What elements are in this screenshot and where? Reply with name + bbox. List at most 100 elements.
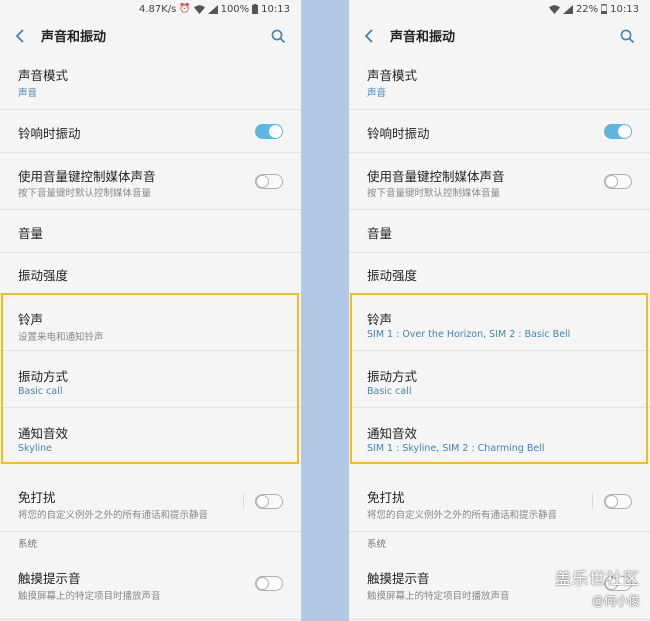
setting-value: SIM 1 : Skyline, SIM 2 : Charming Bell	[367, 443, 545, 454]
right-screen: 22% 10:13 声音和振动 声音模式 声音 铃响时振动 使用音量键控制媒体声…	[349, 0, 650, 621]
setting-description: 触摸屏幕上的特定项目时播放声音	[18, 591, 161, 602]
dnd-toggle[interactable]	[255, 494, 283, 509]
setting-title: 铃声	[367, 312, 393, 327]
setting-volume-keys-media[interactable]: 使用音量键控制媒体声音 按下音量键时默认控制媒体音量	[0, 153, 301, 210]
setting-do-not-disturb[interactable]: 免打扰 将您的自定义例外之外的所有通话和提示静音	[0, 465, 301, 532]
battery-icon	[601, 4, 608, 14]
alarm-icon: ⏰	[179, 4, 191, 14]
setting-title: 铃响时振动	[367, 126, 430, 141]
setting-touch-sounds[interactable]: 触摸提示音 触摸屏幕上的特定项目时播放声音	[0, 553, 301, 620]
divider	[243, 493, 244, 509]
touch-sounds-toggle[interactable]	[255, 576, 283, 591]
setting-volume[interactable]: 音量	[349, 210, 650, 253]
setting-title: 振动方式	[18, 369, 69, 384]
wifi-icon	[548, 4, 560, 14]
back-arrow-icon	[364, 28, 373, 43]
setting-title: 声音模式	[367, 68, 418, 83]
setting-notification-sound[interactable]: 通知音效 Skyline	[0, 408, 301, 464]
wifi-icon	[193, 4, 205, 14]
vibrate-toggle[interactable]	[255, 124, 283, 139]
setting-vibration-pattern[interactable]: 振动方式 Basic call	[349, 351, 650, 408]
divider	[592, 493, 593, 509]
section-label-system: 系统	[367, 539, 387, 550]
setting-title: 触摸提示音	[367, 571, 430, 586]
setting-title: 通知音效	[367, 426, 418, 441]
setting-title: 通知音效	[18, 426, 69, 441]
setting-title: 音量	[367, 226, 393, 241]
watermark: 盖乐世社区 @何小俊	[555, 565, 640, 609]
toggle-knob	[605, 175, 618, 188]
toggle-knob	[256, 577, 269, 590]
setting-ringtone[interactable]: 铃声 设置来电和通知铃声	[0, 294, 301, 351]
clock: 10:13	[610, 3, 639, 15]
setting-title: 振动方式	[367, 369, 418, 384]
setting-vibration-intensity[interactable]: 振动强度	[349, 253, 650, 294]
vibrate-toggle[interactable]	[604, 124, 632, 139]
setting-title: 使用音量键控制媒体声音	[367, 169, 505, 184]
setting-title: 铃响时振动	[18, 126, 81, 141]
watermark-title: 盖乐世社区	[554, 569, 640, 588]
app-bar: 声音和振动	[349, 18, 650, 53]
battery-icon	[252, 4, 259, 14]
watermark-author: @何小俊	[591, 594, 640, 608]
setting-description: 触摸屏幕上的特定项目时播放声音	[367, 591, 510, 602]
signal-icon	[562, 4, 573, 14]
setting-description: 将您的自定义例外之外的所有通话和提示静音	[367, 510, 558, 521]
status-bar: 4.87K/s ⏰ 100% 10:13	[0, 0, 301, 18]
setting-title: 音量	[18, 226, 44, 241]
setting-title: 声音模式	[18, 68, 69, 83]
setting-ringtone[interactable]: 铃声 SIM 1 : Over the Horizon, SIM 2 : Bas…	[349, 294, 650, 351]
setting-value: Basic call	[367, 386, 412, 397]
setting-value: 声音	[367, 88, 387, 99]
setting-title: 铃声	[18, 312, 44, 327]
toggle-knob	[256, 175, 269, 188]
toggle-knob	[605, 495, 618, 508]
back-arrow-icon	[15, 28, 24, 43]
setting-vibrate-when-ringing[interactable]: 铃响时振动	[349, 110, 650, 153]
setting-value: 声音	[18, 88, 38, 99]
search-icon	[271, 29, 285, 43]
volume-keys-toggle[interactable]	[604, 174, 632, 189]
status-bar: 22% 10:13	[349, 0, 650, 18]
page-title: 声音和振动	[41, 30, 107, 45]
dnd-toggle[interactable]	[604, 494, 632, 509]
section-label-system: 系统	[18, 539, 38, 550]
setting-sound-mode[interactable]: 声音模式 声音	[349, 53, 650, 110]
toggle-knob	[256, 495, 269, 508]
signal-icon	[207, 4, 218, 14]
setting-value: SIM 1 : Over the Horizon, SIM 2 : Basic …	[367, 329, 571, 340]
setting-vibrate-when-ringing[interactable]: 铃响时振动	[0, 110, 301, 153]
search-icon	[620, 29, 634, 43]
setting-do-not-disturb[interactable]: 免打扰 将您的自定义例外之外的所有通话和提示静音	[349, 465, 650, 532]
setting-description: 按下音量键时默认控制媒体音量	[18, 188, 152, 199]
setting-description: 将您的自定义例外之外的所有通话和提示静音	[18, 510, 209, 521]
setting-title: 免打扰	[367, 490, 405, 505]
back-button[interactable]	[356, 23, 382, 49]
setting-sound-mode[interactable]: 声音模式 声音	[0, 53, 301, 110]
setting-notification-sound[interactable]: 通知音效 SIM 1 : Skyline, SIM 2 : Charming B…	[349, 408, 650, 464]
setting-title: 免打扰	[18, 490, 56, 505]
toggle-knob	[269, 125, 282, 138]
setting-title: 触摸提示音	[18, 571, 81, 586]
search-button[interactable]	[265, 23, 291, 49]
volume-keys-toggle[interactable]	[255, 174, 283, 189]
setting-vibration-pattern[interactable]: 振动方式 Basic call	[0, 351, 301, 408]
setting-value: Skyline	[18, 443, 52, 454]
setting-description: 按下音量键时默认控制媒体音量	[367, 188, 501, 199]
left-screen: 4.87K/s ⏰ 100% 10:13 声音和振动 声音模式 声音 铃响时振动…	[0, 0, 301, 621]
battery-level: 100%	[220, 3, 250, 15]
setting-title: 使用音量键控制媒体声音	[18, 169, 156, 184]
app-bar: 声音和振动	[0, 18, 301, 53]
network-speed: 4.87K/s	[138, 3, 177, 15]
setting-value: Basic call	[18, 386, 63, 397]
setting-volume[interactable]: 音量	[0, 210, 301, 253]
back-button[interactable]	[7, 23, 33, 49]
setting-vibration-intensity[interactable]: 振动强度	[0, 253, 301, 294]
battery-level: 22%	[575, 3, 599, 15]
setting-title: 振动强度	[367, 268, 418, 283]
setting-title: 振动强度	[18, 268, 69, 283]
setting-volume-keys-media[interactable]: 使用音量键控制媒体声音 按下音量键时默认控制媒体音量	[349, 153, 650, 210]
setting-description: 设置来电和通知铃声	[18, 332, 104, 343]
search-button[interactable]	[614, 23, 640, 49]
clock: 10:13	[261, 3, 290, 15]
